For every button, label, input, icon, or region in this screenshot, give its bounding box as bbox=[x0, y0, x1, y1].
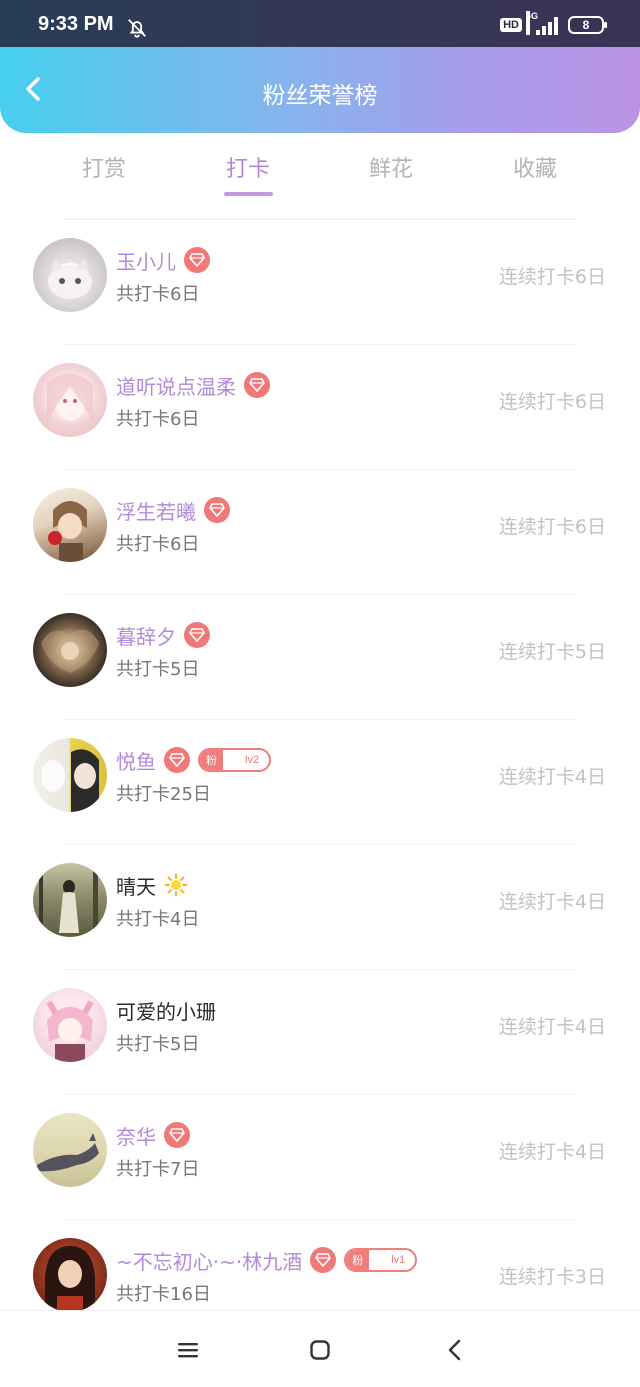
streak-checkins: 连续打卡6日 bbox=[498, 391, 606, 413]
user-name: 玉小儿 bbox=[116, 249, 176, 274]
streak-checkins: 连续打卡3日 bbox=[498, 1266, 606, 1288]
total-checkins: 共打卡6日 bbox=[116, 534, 200, 555]
user-name: 浮生若曦 bbox=[116, 499, 196, 524]
total-checkins: 共打卡5日 bbox=[116, 1034, 200, 1055]
diamond-icon bbox=[310, 1247, 337, 1273]
streak-checkins: 连续打卡4日 bbox=[498, 766, 606, 788]
tab-flowers[interactable]: 鲜花 bbox=[346, 151, 436, 183]
avatar bbox=[33, 613, 107, 687]
avatar bbox=[33, 988, 107, 1062]
list-item[interactable]: 可爱的小珊 共打卡5日 连续打卡4日 bbox=[0, 970, 640, 1095]
home-button[interactable] bbox=[307, 1337, 333, 1363]
user-name: ~不忘初心·~·林九酒 bbox=[116, 1249, 303, 1274]
diamond-icon bbox=[204, 497, 230, 523]
streak-checkins: 连续打卡4日 bbox=[498, 1141, 606, 1163]
total-checkins: 共打卡4日 bbox=[116, 909, 200, 930]
total-checkins: 共打卡6日 bbox=[116, 284, 200, 305]
total-checkins: 共打卡7日 bbox=[116, 1159, 200, 1180]
hd-badge: HD bbox=[500, 18, 522, 32]
header-bar: 9:33 PM HD 4G 8 粉丝荣誉榜 bbox=[0, 0, 640, 133]
nav-bar: 粉丝荣誉榜 bbox=[0, 47, 640, 133]
back-button[interactable] bbox=[14, 69, 54, 109]
list-item[interactable]: 玉小儿 共打卡6日 连续打卡6日 bbox=[0, 220, 640, 345]
tab-favorites[interactable]: 收藏 bbox=[490, 151, 580, 183]
total-checkins: 共打卡25日 bbox=[116, 784, 211, 805]
tab-reward[interactable]: 打赏 bbox=[59, 151, 149, 183]
diamond-icon bbox=[164, 747, 190, 773]
fan-level-badge: 粉 lv2 bbox=[198, 748, 272, 772]
avatar bbox=[33, 738, 107, 812]
menu-button[interactable] bbox=[175, 1337, 201, 1363]
user-name: 可爱的小珊 bbox=[116, 999, 216, 1024]
list-item[interactable]: 奈华 共打卡7日 连续打卡4日 bbox=[0, 1095, 640, 1220]
tab-checkin[interactable]: 打卡 bbox=[203, 151, 293, 183]
diamond-icon bbox=[184, 622, 210, 648]
user-name: 悦鱼 bbox=[116, 749, 156, 774]
fan-label: 粉 bbox=[346, 1250, 370, 1270]
streak-checkins: 连续打卡4日 bbox=[498, 891, 606, 913]
back-nav-button[interactable] bbox=[442, 1337, 468, 1363]
total-checkins: 共打卡16日 bbox=[116, 1284, 211, 1305]
fan-level: lv2 bbox=[245, 754, 260, 766]
network-type: 4G bbox=[526, 11, 538, 35]
battery-level: 8 bbox=[582, 18, 590, 32]
status-bar: 9:33 PM HD 4G 8 bbox=[0, 0, 640, 47]
streak-checkins: 连续打卡5日 bbox=[498, 641, 606, 663]
list-item[interactable]: 暮辞夕 共打卡5日 连续打卡5日 bbox=[0, 595, 640, 720]
diamond-icon bbox=[164, 1122, 190, 1148]
system-nav-bar bbox=[0, 1310, 640, 1387]
streak-checkins: 连续打卡6日 bbox=[498, 516, 606, 538]
list-item[interactable]: 悦鱼 粉 lv2 共打卡25日 连续打卡4日 bbox=[0, 720, 640, 845]
status-time: 9:33 PM bbox=[38, 13, 114, 35]
list-item[interactable]: 晴天 共打卡4日 连续打卡4日 bbox=[0, 845, 640, 970]
user-name: 暮辞夕 bbox=[116, 624, 176, 649]
signal-icon: 4G bbox=[526, 11, 560, 35]
chevron-left-icon bbox=[26, 77, 40, 101]
avatar bbox=[33, 238, 107, 312]
diamond-icon bbox=[184, 247, 210, 273]
back-triangle-icon bbox=[448, 1339, 461, 1361]
battery-icon: 8 bbox=[568, 16, 607, 34]
bell-off-icon bbox=[128, 19, 146, 38]
fan-level: lv1 bbox=[391, 1254, 406, 1266]
square-icon bbox=[310, 1340, 330, 1360]
menu-icon bbox=[178, 1343, 198, 1358]
avatar bbox=[33, 863, 107, 937]
page-title: 粉丝荣誉榜 bbox=[262, 83, 378, 109]
fan-label: 粉 bbox=[200, 750, 223, 770]
avatar bbox=[33, 488, 107, 562]
tab-indicator bbox=[224, 192, 273, 196]
total-checkins: 共打卡6日 bbox=[116, 409, 200, 430]
sun-icon bbox=[164, 873, 188, 897]
avatar bbox=[33, 1113, 107, 1187]
list-item[interactable]: 浮生若曦 共打卡6日 连续打卡6日 bbox=[0, 470, 640, 595]
diamond-icon bbox=[244, 372, 270, 398]
streak-checkins: 连续打卡6日 bbox=[498, 266, 606, 288]
streak-checkins: 连续打卡4日 bbox=[498, 1016, 606, 1038]
avatar bbox=[33, 1238, 107, 1312]
user-name: 晴天 bbox=[116, 874, 156, 899]
list-item[interactable]: 道听说点温柔 共打卡6日 连续打卡6日 bbox=[0, 345, 640, 470]
total-checkins: 共打卡5日 bbox=[116, 659, 200, 680]
avatar bbox=[33, 363, 107, 437]
user-name: 奈华 bbox=[116, 1124, 156, 1149]
user-name: 道听说点温柔 bbox=[116, 374, 236, 399]
fan-level-badge: 粉 lv1 bbox=[344, 1248, 418, 1272]
